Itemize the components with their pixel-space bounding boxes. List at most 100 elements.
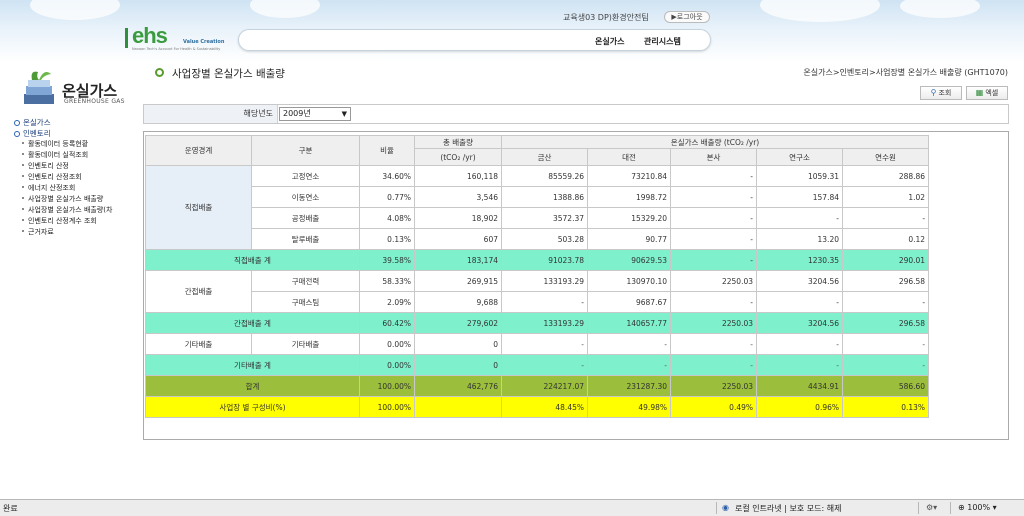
logo-text: ehs (132, 23, 168, 48)
cell-value: 1.02 (841, 186, 930, 208)
cell-value: 3572.37 (501, 207, 588, 229)
sidebar-item-label: 에너지 산정조회 (28, 184, 76, 192)
dot-bullet-icon (22, 153, 24, 155)
cell-value: 15329.20 (587, 207, 671, 229)
sidebar-item-label: 근거자료 (28, 228, 54, 236)
cell-ratio: 60.42% (359, 312, 415, 334)
group-other: 기타배출 (145, 333, 252, 355)
cell-value: - (841, 207, 930, 229)
sidebar-item-inventory[interactable]: 인벤토리 (14, 128, 144, 139)
grand-total-row: 합계 100.00% 462,776 224217.07 231287.30 2… (145, 375, 930, 397)
cell-ratio: 0.13% (359, 228, 415, 250)
year-select[interactable]: 2009년 ▼ (279, 107, 351, 121)
cell-value: - (501, 291, 588, 313)
cell-total: 183,174 (414, 249, 502, 271)
sidebar-item-activity-results[interactable]: 활동데이터 실적조회 (14, 150, 144, 161)
status-divider (716, 502, 717, 514)
sidebar-item-label: 인벤토리 산정조회 (28, 173, 82, 181)
cell-value: - (756, 354, 843, 376)
table-row: 간접배출 구매전력 58.33% 269,915 133193.29 13097… (145, 270, 930, 313)
nav-management-system[interactable]: 관리시스템 (644, 36, 681, 47)
zoom-control[interactable]: ⊕ 100% ▾ (958, 503, 997, 512)
cell-type: 구매전력 (251, 270, 360, 292)
table-row: 구매스팀 2.09% 9,688 - 9687.67 - - - (146, 291, 930, 313)
dot-bullet-icon (22, 208, 24, 210)
breadcrumb: 온실가스>인벤토리>사업장별 온실가스 배출량 (GHT1070) (803, 68, 1008, 77)
site-ratio-label: 사업장 별 구성비(%) (145, 396, 360, 418)
cell-value: 157.84 (756, 186, 843, 208)
dropdown-arrow-icon: ▼ (341, 110, 347, 118)
cell-ratio: 2.09% (359, 291, 415, 313)
sidebar-item-inventory-calc[interactable]: 인벤토리 산정 (14, 161, 144, 172)
cell-ratio: 100.00% (359, 396, 415, 418)
group-indirect: 간접배출 (145, 270, 252, 313)
logo-subtext: Nanoon Tech's Account For Health & Susta… (132, 47, 221, 51)
year-label: 해당년도 (144, 105, 278, 123)
cell-total: 3,546 (414, 186, 502, 208)
cell-value: 133193.29 (501, 312, 588, 334)
sidebar-item-energy-calc-query[interactable]: 에너지 산정조회 (14, 183, 144, 194)
sidebar-item-label: 활동데이터 등록현황 (28, 140, 89, 148)
cell-value: 73210.84 (587, 165, 671, 187)
security-settings-icon[interactable]: ⚙▾ (926, 503, 937, 512)
header-cloud (250, 0, 320, 18)
status-text: 완료 (3, 504, 18, 513)
ehs-logo[interactable]: ehs Value Creation Nanoon Tech's Account… (125, 23, 235, 52)
cell-value: - (501, 354, 588, 376)
grand-total-label: 합계 (145, 375, 360, 397)
cell-value: - (670, 354, 757, 376)
excel-button[interactable]: ▦ 엑셀 (966, 86, 1008, 100)
group-direct: 직접배출 (145, 165, 252, 250)
magnifier-icon: ⚲ (930, 88, 937, 97)
sidebar-item-inventory-factor[interactable]: 인벤토리 산정계수 조회 (14, 216, 144, 227)
header-ratio: 비율 (359, 135, 415, 166)
header-site: 금산 (501, 148, 588, 166)
cell-total: 269,915 (414, 270, 502, 292)
sidebar-item-site-emissions[interactable]: 사업장별 온실가스 배출량 (14, 194, 144, 205)
sidebar-item-label: 사업장별 온실가스 배출량 (28, 195, 104, 203)
search-button[interactable]: ⚲ 조회 (920, 86, 962, 100)
sidebar-item-activity-status[interactable]: 활동데이터 등록현황 (14, 139, 144, 150)
cell-value: 0.13% (841, 396, 930, 418)
sidebar-item-label: 인벤토리 산정계수 조회 (28, 217, 97, 225)
cell-ratio: 39.58% (359, 249, 415, 271)
header-total: 총 배출량 (414, 135, 502, 149)
sidebar-item-evidence[interactable]: 근거자료 (14, 227, 144, 238)
top-header: ehs Value Creation Nanoon Tech's Account… (0, 0, 1024, 62)
cell-total: 279,602 (414, 312, 502, 334)
zoom-value: 100% (967, 503, 991, 512)
cell-value: 2250.03 (670, 270, 757, 292)
dot-bullet-icon (22, 219, 24, 221)
sidebar-item-inventory-calc-query[interactable]: 인벤토리 산정조회 (14, 172, 144, 183)
cell-value: 140657.77 (587, 312, 671, 334)
cell-value: - (841, 354, 930, 376)
cell-value: 9687.67 (587, 291, 671, 313)
header-site: 연구소 (756, 148, 843, 166)
sidebar-item-site-emissions-2[interactable]: 사업장별 온실가스 배출량(차 (14, 205, 144, 216)
cell-total: 18,902 (414, 207, 502, 229)
cell-value: 4434.91 (756, 375, 843, 397)
circle-bullet-icon (14, 131, 20, 137)
cell-value: - (670, 333, 757, 355)
logo-bar (125, 28, 128, 48)
sidebar-item-label: 인벤토리 산정 (28, 162, 69, 170)
header-site: 연수원 (841, 148, 930, 166)
status-divider (950, 502, 951, 514)
dot-bullet-icon (22, 175, 24, 177)
cell-value: - (670, 165, 757, 187)
cell-value: 13.20 (756, 228, 843, 250)
nav-greenhouse-gas[interactable]: 온실가스 (595, 36, 624, 47)
user-name: 교육생03 DP)환경안전팀 (563, 13, 649, 22)
cell-type: 공정배출 (251, 207, 360, 229)
table-row: 이동연소 0.77% 3,546 1388.86 1998.72 - 157.8… (146, 186, 930, 208)
sidebar-item-greenhouse-gas[interactable]: 온실가스 (14, 117, 144, 128)
cell-value: 0.96% (756, 396, 843, 418)
dot-bullet-icon (22, 142, 24, 144)
logout-button[interactable]: ▶로그아웃 (664, 11, 710, 23)
sidebar-item-label: 사업장별 온실가스 배출량(차 (28, 206, 113, 214)
cell-value: - (670, 291, 757, 313)
chevron-down-icon: ▾ (990, 503, 997, 512)
cell-value: 296.58 (841, 312, 930, 334)
page-title: 사업장별 온실가스 배출량 (172, 68, 285, 80)
cell-total: 462,776 (414, 375, 502, 397)
